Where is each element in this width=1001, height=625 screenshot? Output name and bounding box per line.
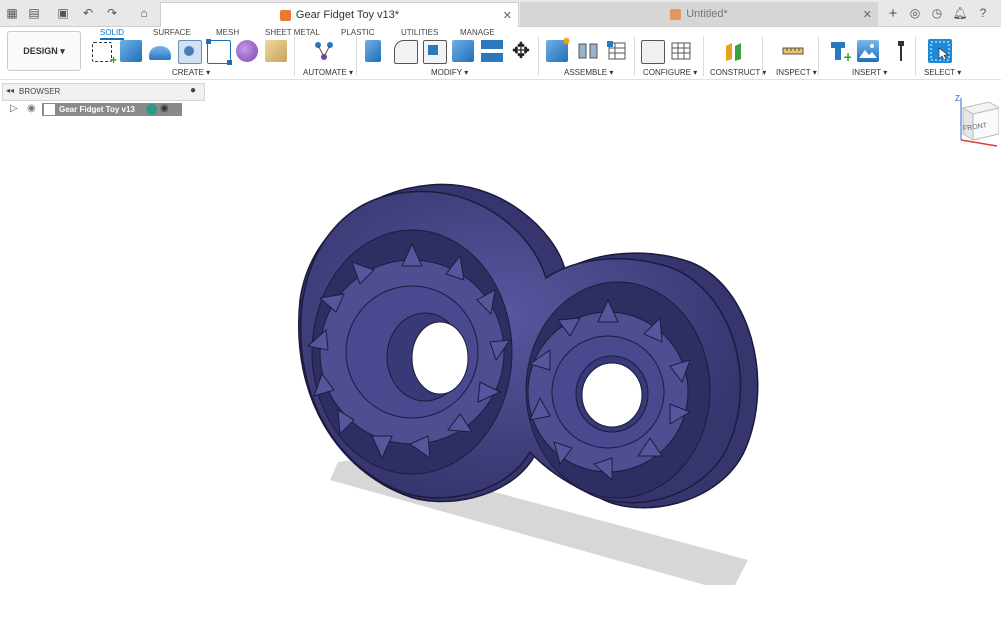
revolve-icon[interactable]: [149, 46, 171, 60]
design-tab-icon: [670, 8, 682, 20]
separator: [356, 36, 357, 76]
press-pull-icon[interactable]: [365, 40, 381, 62]
insert-canvas-icon[interactable]: [857, 40, 879, 62]
separator: [762, 36, 763, 76]
group-inspect[interactable]: INSPECT ▾: [776, 68, 817, 77]
job-status-icon[interactable]: ◷: [929, 5, 945, 21]
redo-icon[interactable]: ↷: [104, 5, 120, 21]
group-label: CREATE: [172, 68, 204, 77]
undo-icon[interactable]: ↶: [80, 5, 96, 21]
tab-solid[interactable]: SOLID: [100, 28, 125, 40]
group-assemble[interactable]: ASSEMBLE ▾: [564, 68, 613, 77]
canvas-viewport[interactable]: [0, 82, 1001, 625]
workspace-label: DESIGN: [23, 46, 58, 56]
apps-grid-icon[interactable]: ▦: [4, 5, 20, 21]
pattern-icon[interactable]: [206, 39, 232, 65]
extrude-icon[interactable]: [120, 40, 142, 62]
separator: [818, 36, 819, 76]
new-component-icon[interactable]: ✸: [546, 36, 571, 62]
save-icon[interactable]: ▣: [55, 5, 71, 21]
svg-text:+: +: [843, 50, 851, 62]
select-icon[interactable]: [928, 39, 952, 63]
group-create[interactable]: CREATE ▾: [172, 68, 210, 77]
workspace-switcher[interactable]: DESIGN ▾: [7, 31, 81, 71]
tab-label: Gear Fidget Toy v13*: [295, 9, 400, 21]
close-tab-icon[interactable]: ✕: [503, 9, 512, 22]
separator: [703, 36, 704, 76]
group-modify[interactable]: MODIFY ▾: [431, 68, 468, 77]
group-label: INSERT: [852, 68, 882, 77]
tab-untitled[interactable]: Untitled* ✕: [520, 2, 878, 26]
group-construct[interactable]: CONSTRUCT ▾: [710, 68, 766, 77]
file-menu-icon[interactable]: ▤: [26, 5, 42, 21]
tab-surface[interactable]: SURFACE: [153, 28, 191, 37]
design-tab-icon: [279, 9, 291, 21]
configure-icon[interactable]: [641, 40, 665, 64]
mesh-icon[interactable]: [265, 40, 287, 62]
sketch-icon[interactable]: +: [92, 42, 117, 67]
measure-icon[interactable]: [782, 40, 804, 62]
notifications-icon[interactable]: 🔔︎: [952, 5, 968, 21]
group-select[interactable]: SELECT ▾: [924, 68, 961, 77]
split-body-icon[interactable]: [481, 40, 503, 62]
insert-mcmaster-icon[interactable]: [890, 40, 912, 62]
group-label: INSPECT: [776, 68, 811, 77]
tab-gear-fidget-toy[interactable]: Gear Fidget Toy v13* ✕: [160, 2, 519, 27]
insert-derive-icon[interactable]: +: [829, 40, 853, 64]
extensions-icon[interactable]: ◎: [907, 5, 923, 21]
combine-icon[interactable]: [452, 40, 474, 62]
separator: [915, 36, 916, 76]
separator: [538, 36, 539, 76]
configuration-table-icon[interactable]: [670, 40, 692, 62]
home-icon[interactable]: ⌂: [136, 5, 152, 21]
group-insert[interactable]: INSERT ▾: [852, 68, 887, 77]
joint-icon[interactable]: [577, 40, 599, 62]
group-label: SELECT: [924, 68, 955, 77]
help-icon[interactable]: ?: [975, 5, 991, 21]
title-bar: ▦ ▤ ▣ ↶ ↷ ⌂ Gear Fidget Toy v13* ✕ Untit…: [0, 0, 1001, 27]
group-label: AUTOMATE: [303, 68, 347, 77]
automate-icon[interactable]: [313, 40, 335, 62]
shell-icon[interactable]: [423, 40, 447, 64]
new-tab-icon[interactable]: +: [885, 5, 901, 22]
tab-plastic[interactable]: PLASTIC: [341, 28, 374, 37]
tab-manage[interactable]: MANAGE: [460, 28, 495, 37]
tab-label: Untitled*: [686, 8, 728, 20]
hole-icon[interactable]: [178, 40, 202, 64]
fillet-icon[interactable]: [394, 40, 418, 64]
move-icon[interactable]: ✥: [510, 40, 532, 62]
group-label: MODIFY: [431, 68, 462, 77]
close-tab-icon[interactable]: ✕: [863, 8, 872, 21]
tab-sheet-metal[interactable]: SHEET METAL: [265, 28, 320, 37]
form-icon[interactable]: [236, 40, 258, 62]
separator: [294, 36, 295, 76]
group-label: CONSTRUCT: [710, 68, 761, 77]
bill-of-materials-icon[interactable]: [606, 40, 628, 62]
group-label: CONFIGURE: [643, 68, 691, 77]
group-configure[interactable]: CONFIGURE ▾: [643, 68, 697, 77]
offset-plane-icon[interactable]: [723, 40, 745, 62]
separator: [634, 36, 635, 76]
tab-mesh[interactable]: MESH: [216, 28, 239, 37]
group-label: ASSEMBLE: [564, 68, 608, 77]
group-automate[interactable]: AUTOMATE ▾: [303, 68, 353, 77]
tab-utilities[interactable]: UTILITIES: [401, 28, 438, 37]
